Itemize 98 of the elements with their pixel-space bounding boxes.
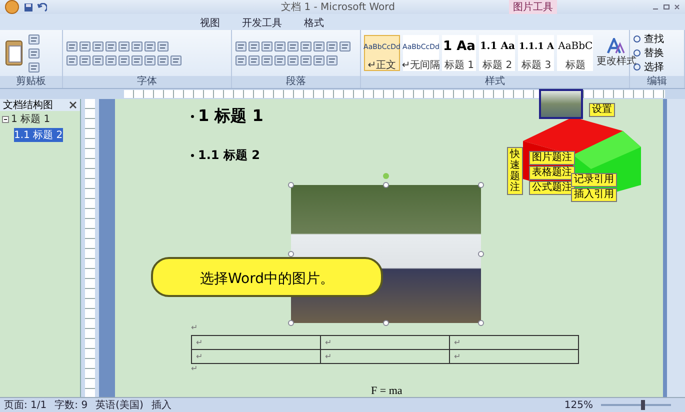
table-cell[interactable]: ↵ (192, 335, 320, 349)
save-icon[interactable] (24, 2, 33, 12)
zoom-level: 125% (564, 400, 593, 410)
resize-handle[interactable] (478, 320, 484, 326)
pane-title: 文档结构图 (3, 98, 53, 112)
outline-item[interactable]: 1.1 标题 2 (14, 128, 63, 142)
close-icon[interactable] (69, 101, 77, 109)
rotate-handle[interactable] (383, 173, 389, 179)
ribbon-tab[interactable]: 视图 (190, 15, 230, 30)
tool-icon[interactable] (28, 48, 40, 58)
tool-icon[interactable] (274, 40, 286, 52)
resize-handle[interactable] (288, 320, 294, 326)
status-text: 英语(美国) (96, 398, 144, 412)
tool-icon[interactable] (313, 40, 325, 52)
tool-icon[interactable] (339, 40, 351, 52)
tool-icon[interactable] (326, 54, 338, 66)
resize-handle[interactable] (478, 251, 484, 257)
status-text: 插入 (151, 398, 172, 412)
tool-icon[interactable] (157, 54, 169, 66)
tool-icon[interactable] (66, 40, 78, 52)
paragraph-mark: ↵ (191, 364, 199, 374)
tool-icon[interactable] (326, 40, 338, 52)
styles-icon[interactable] (607, 38, 626, 54)
table-cell[interactable]: ↵ (192, 349, 320, 363)
ribbon-tab[interactable]: 开发工具 (232, 15, 292, 30)
style-gallery-item[interactable]: 1 Aa 标题 1 (442, 35, 476, 71)
tool-icon[interactable] (131, 54, 143, 66)
resize-handle[interactable] (478, 182, 484, 188)
table-cell[interactable]: ↵ (320, 349, 450, 363)
heading-text: 1.1 标题 2 (198, 147, 260, 164)
caption-button[interactable]: 公式题注 (529, 181, 575, 195)
group-label: 样式 (361, 76, 629, 88)
status-text: 页面: 1/1 (4, 399, 47, 412)
tool-icon[interactable] (261, 40, 273, 52)
zoom-slider-thumb[interactable] (641, 400, 645, 410)
tool-icon[interactable] (131, 40, 143, 52)
tool-icon[interactable] (92, 54, 104, 66)
tool-icon[interactable] (235, 40, 247, 52)
group-label: 编辑 (630, 76, 684, 88)
style-gallery-item[interactable]: 1.1.1 A 标题 3 (518, 35, 554, 71)
tool-icon[interactable] (79, 40, 91, 52)
table-cell[interactable]: ↵ (320, 335, 450, 349)
outline-item[interactable]: 1 标题 1 (11, 112, 50, 126)
table-cell[interactable]: ↵ (450, 335, 578, 349)
tool-icon[interactable] (170, 54, 182, 66)
group-label: 段落 (232, 76, 360, 88)
settings-button[interactable]: 设置 (589, 103, 615, 117)
status-text: 字数: 9 (54, 398, 88, 412)
undo-icon[interactable] (37, 2, 47, 12)
tool-icon[interactable] (313, 54, 325, 66)
tool-icon[interactable] (105, 40, 117, 52)
caption-panel-label[interactable]: 快速题注 (507, 147, 523, 195)
heading-text: 1 标题 1 (198, 106, 264, 127)
reference-button[interactable]: 插入引用 (571, 188, 617, 202)
tool-icon[interactable] (287, 54, 299, 66)
tool-icon[interactable] (300, 54, 312, 66)
window-title: 文档 1 - Microsoft Word (280, 0, 396, 14)
paste-icon[interactable] (3, 38, 25, 68)
resize-handle[interactable] (288, 251, 294, 257)
tool-icon[interactable] (79, 54, 91, 66)
tool-icon[interactable] (92, 40, 104, 52)
photo-thumbnail[interactable] (539, 89, 583, 119)
context-tab-label: 图片工具 (509, 0, 557, 14)
tool-icon[interactable] (105, 54, 117, 66)
resize-handle[interactable] (383, 320, 389, 326)
scroll-bar[interactable] (667, 99, 685, 397)
tool-icon[interactable] (118, 40, 130, 52)
tool-icon[interactable] (248, 40, 260, 52)
resize-handle[interactable] (288, 182, 294, 188)
tool-icon[interactable] (300, 40, 312, 52)
reference-button[interactable]: 记录引用 (571, 173, 617, 187)
tool-icon[interactable] (248, 54, 260, 66)
tool-icon[interactable] (144, 40, 156, 52)
callout-tooltip: 选择Word中的图片。 (151, 257, 383, 297)
ribbon-tab[interactable]: 格式 (294, 15, 334, 30)
tool-icon[interactable] (28, 34, 40, 44)
tool-icon[interactable] (235, 54, 247, 66)
formula-text: F = ma (371, 385, 404, 397)
table-cell[interactable]: ↵ (450, 349, 578, 363)
group-label: 剪贴板 (0, 76, 62, 88)
caption-button[interactable]: 图片题注 (529, 151, 575, 165)
style-gallery-item[interactable]: AaBbC 标题 (557, 35, 594, 71)
group-label: 字体 (63, 76, 231, 88)
tool-icon[interactable] (274, 54, 286, 66)
tool-icon[interactable] (28, 62, 40, 72)
style-gallery-item[interactable]: 1.1 Aa 标题 2 (479, 35, 516, 71)
resize-handle[interactable] (383, 182, 389, 188)
window-controls-icon[interactable] (651, 3, 681, 11)
tool-icon[interactable] (118, 54, 130, 66)
paragraph-mark: ↵ (191, 323, 199, 334)
tool-icon[interactable] (261, 54, 273, 66)
collapse-toggle-icon[interactable] (2, 116, 9, 122)
tool-icon[interactable] (66, 54, 78, 66)
tool-icon[interactable] (157, 40, 169, 52)
office-button-icon[interactable] (4, 0, 20, 14)
tool-icon[interactable] (287, 40, 299, 52)
caption-button[interactable]: 表格题注 (529, 166, 575, 180)
tool-icon[interactable] (144, 54, 156, 66)
